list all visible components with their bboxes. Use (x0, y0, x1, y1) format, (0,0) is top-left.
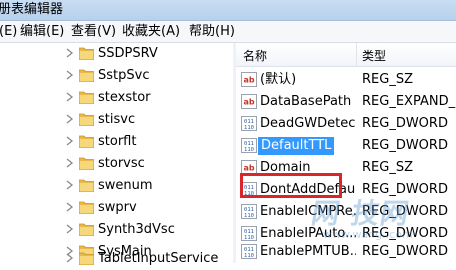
tree-item[interactable]: storflt (0, 131, 233, 153)
folder-icon (79, 135, 94, 148)
value-name: DefaultTTL (258, 137, 335, 155)
string-value-icon: ab (241, 94, 257, 109)
folder-icon (79, 179, 94, 192)
value-type: REG_DWORD (362, 244, 448, 259)
tree-item-label: storflt (98, 134, 137, 149)
svg-text:110: 110 (244, 125, 254, 131)
tree-item[interactable]: SstpSvc (0, 65, 233, 87)
expand-arrow-icon[interactable] (66, 224, 74, 234)
tree-item[interactable]: Synth3dVsc (0, 219, 233, 241)
window-title: 册表编辑器 (0, 2, 64, 17)
value-row[interactable]: 011 110 EnablePMTUB... REG_DWORD (236, 241, 456, 263)
column-divider[interactable] (356, 43, 357, 66)
menu-bar: (E) 编辑(E) 查看(V) 收藏夹(A) 帮助(H) (0, 21, 456, 43)
tree-item[interactable]: stisvc (0, 109, 233, 131)
value-name: EnablePMTUB... (260, 244, 356, 259)
value-type: REG_DWORD (362, 138, 448, 153)
tree-item-label: TabletInputService (98, 251, 219, 266)
folder-icon (79, 223, 94, 236)
binary-value-icon: 011110 (241, 204, 257, 219)
value-type: REG_DWORD (362, 116, 448, 131)
svg-text:ab: ab (243, 76, 254, 85)
binary-value-icon: 011110 (241, 138, 257, 153)
folder-icon (79, 157, 94, 170)
tree-item[interactable]: swprv (0, 197, 233, 219)
value-row-selected[interactable]: 011 110 DefaultTTL REG_DWORD (236, 135, 456, 157)
expand-arrow-icon[interactable] (66, 48, 74, 58)
menu-edit[interactable]: 编辑(E) (20, 21, 64, 42)
tree-item[interactable]: storvsc (0, 153, 233, 175)
value-row[interactable]: 011110 DeadGWDetec... REG_DWORD (236, 113, 456, 135)
expand-arrow-icon[interactable] (66, 136, 74, 146)
tree-item-label: stexstor (98, 90, 151, 105)
column-header-name[interactable]: 名称 (243, 47, 267, 64)
expand-arrow-icon[interactable] (66, 114, 74, 124)
value-type: REG_SZ (362, 160, 413, 175)
tree-item-label: SSDPSRV (98, 46, 158, 61)
value-name: (默认) (260, 72, 297, 87)
value-row[interactable]: ab DataBasePath REG_EXPAND_SZ (236, 91, 456, 113)
binary-value-icon: 011110 (241, 116, 257, 131)
folder-icon (79, 113, 94, 126)
expand-arrow-icon[interactable] (66, 180, 74, 190)
tree-item[interactable]: swenum (0, 175, 233, 197)
expand-arrow-icon[interactable] (66, 202, 74, 212)
watermark-url: www.wang..com (323, 228, 413, 241)
tree-item[interactable]: TabletInputService (0, 248, 233, 270)
expand-arrow-icon[interactable] (66, 92, 74, 102)
column-header: 名称 类型 (236, 43, 456, 67)
string-value-icon: ab (241, 72, 257, 87)
menu-view[interactable]: 查看(V) (71, 21, 116, 42)
key-tree-pane[interactable]: SSDPSRV SstpSvc stexstor stisvc storflt … (0, 43, 234, 266)
watermark-logo: 网 技网 (308, 197, 413, 230)
svg-text:110: 110 (244, 147, 254, 153)
expand-arrow-icon[interactable] (66, 158, 74, 168)
tree-item-label: storvsc (98, 156, 145, 171)
tree-item-label: stisvc (98, 112, 136, 127)
folder-icon (79, 69, 94, 82)
svg-text:ab: ab (243, 164, 254, 173)
menu-help[interactable]: 帮助(H) (189, 21, 235, 42)
tree-item-label: swprv (98, 200, 137, 215)
folder-icon (79, 201, 94, 214)
tree-item-label: Synth3dVsc (98, 222, 175, 237)
svg-text:110: 110 (244, 213, 254, 219)
menu-file[interactable]: (E) (0, 21, 17, 42)
menu-favorites[interactable]: 收藏夹(A) (122, 21, 180, 42)
title-bar: 册表编辑器 (0, 0, 456, 21)
tree-item-label: swenum (98, 178, 153, 193)
value-type: REG_SZ (362, 72, 413, 87)
folder-icon (79, 47, 94, 60)
tree-item-label: SstpSvc (98, 68, 150, 83)
svg-text:ab: ab (243, 98, 254, 107)
value-name: DeadGWDetec... (260, 116, 356, 131)
folder-icon (79, 91, 94, 104)
tree-item[interactable]: SSDPSRV (0, 43, 233, 65)
expand-arrow-icon[interactable] (66, 70, 74, 80)
svg-text:110: 110 (244, 253, 254, 259)
column-header-type[interactable]: 类型 (362, 47, 386, 64)
binary-value-icon: 011110 (241, 244, 257, 259)
tree-item[interactable]: stexstor (0, 87, 233, 109)
value-row[interactable]: ab (默认) REG_SZ (236, 69, 456, 91)
value-name: DataBasePath (260, 94, 352, 109)
value-type: REG_EXPAND_SZ (362, 94, 456, 109)
expand-arrow-icon[interactable] (66, 253, 74, 263)
binary-value-icon: 011110 (241, 226, 257, 241)
